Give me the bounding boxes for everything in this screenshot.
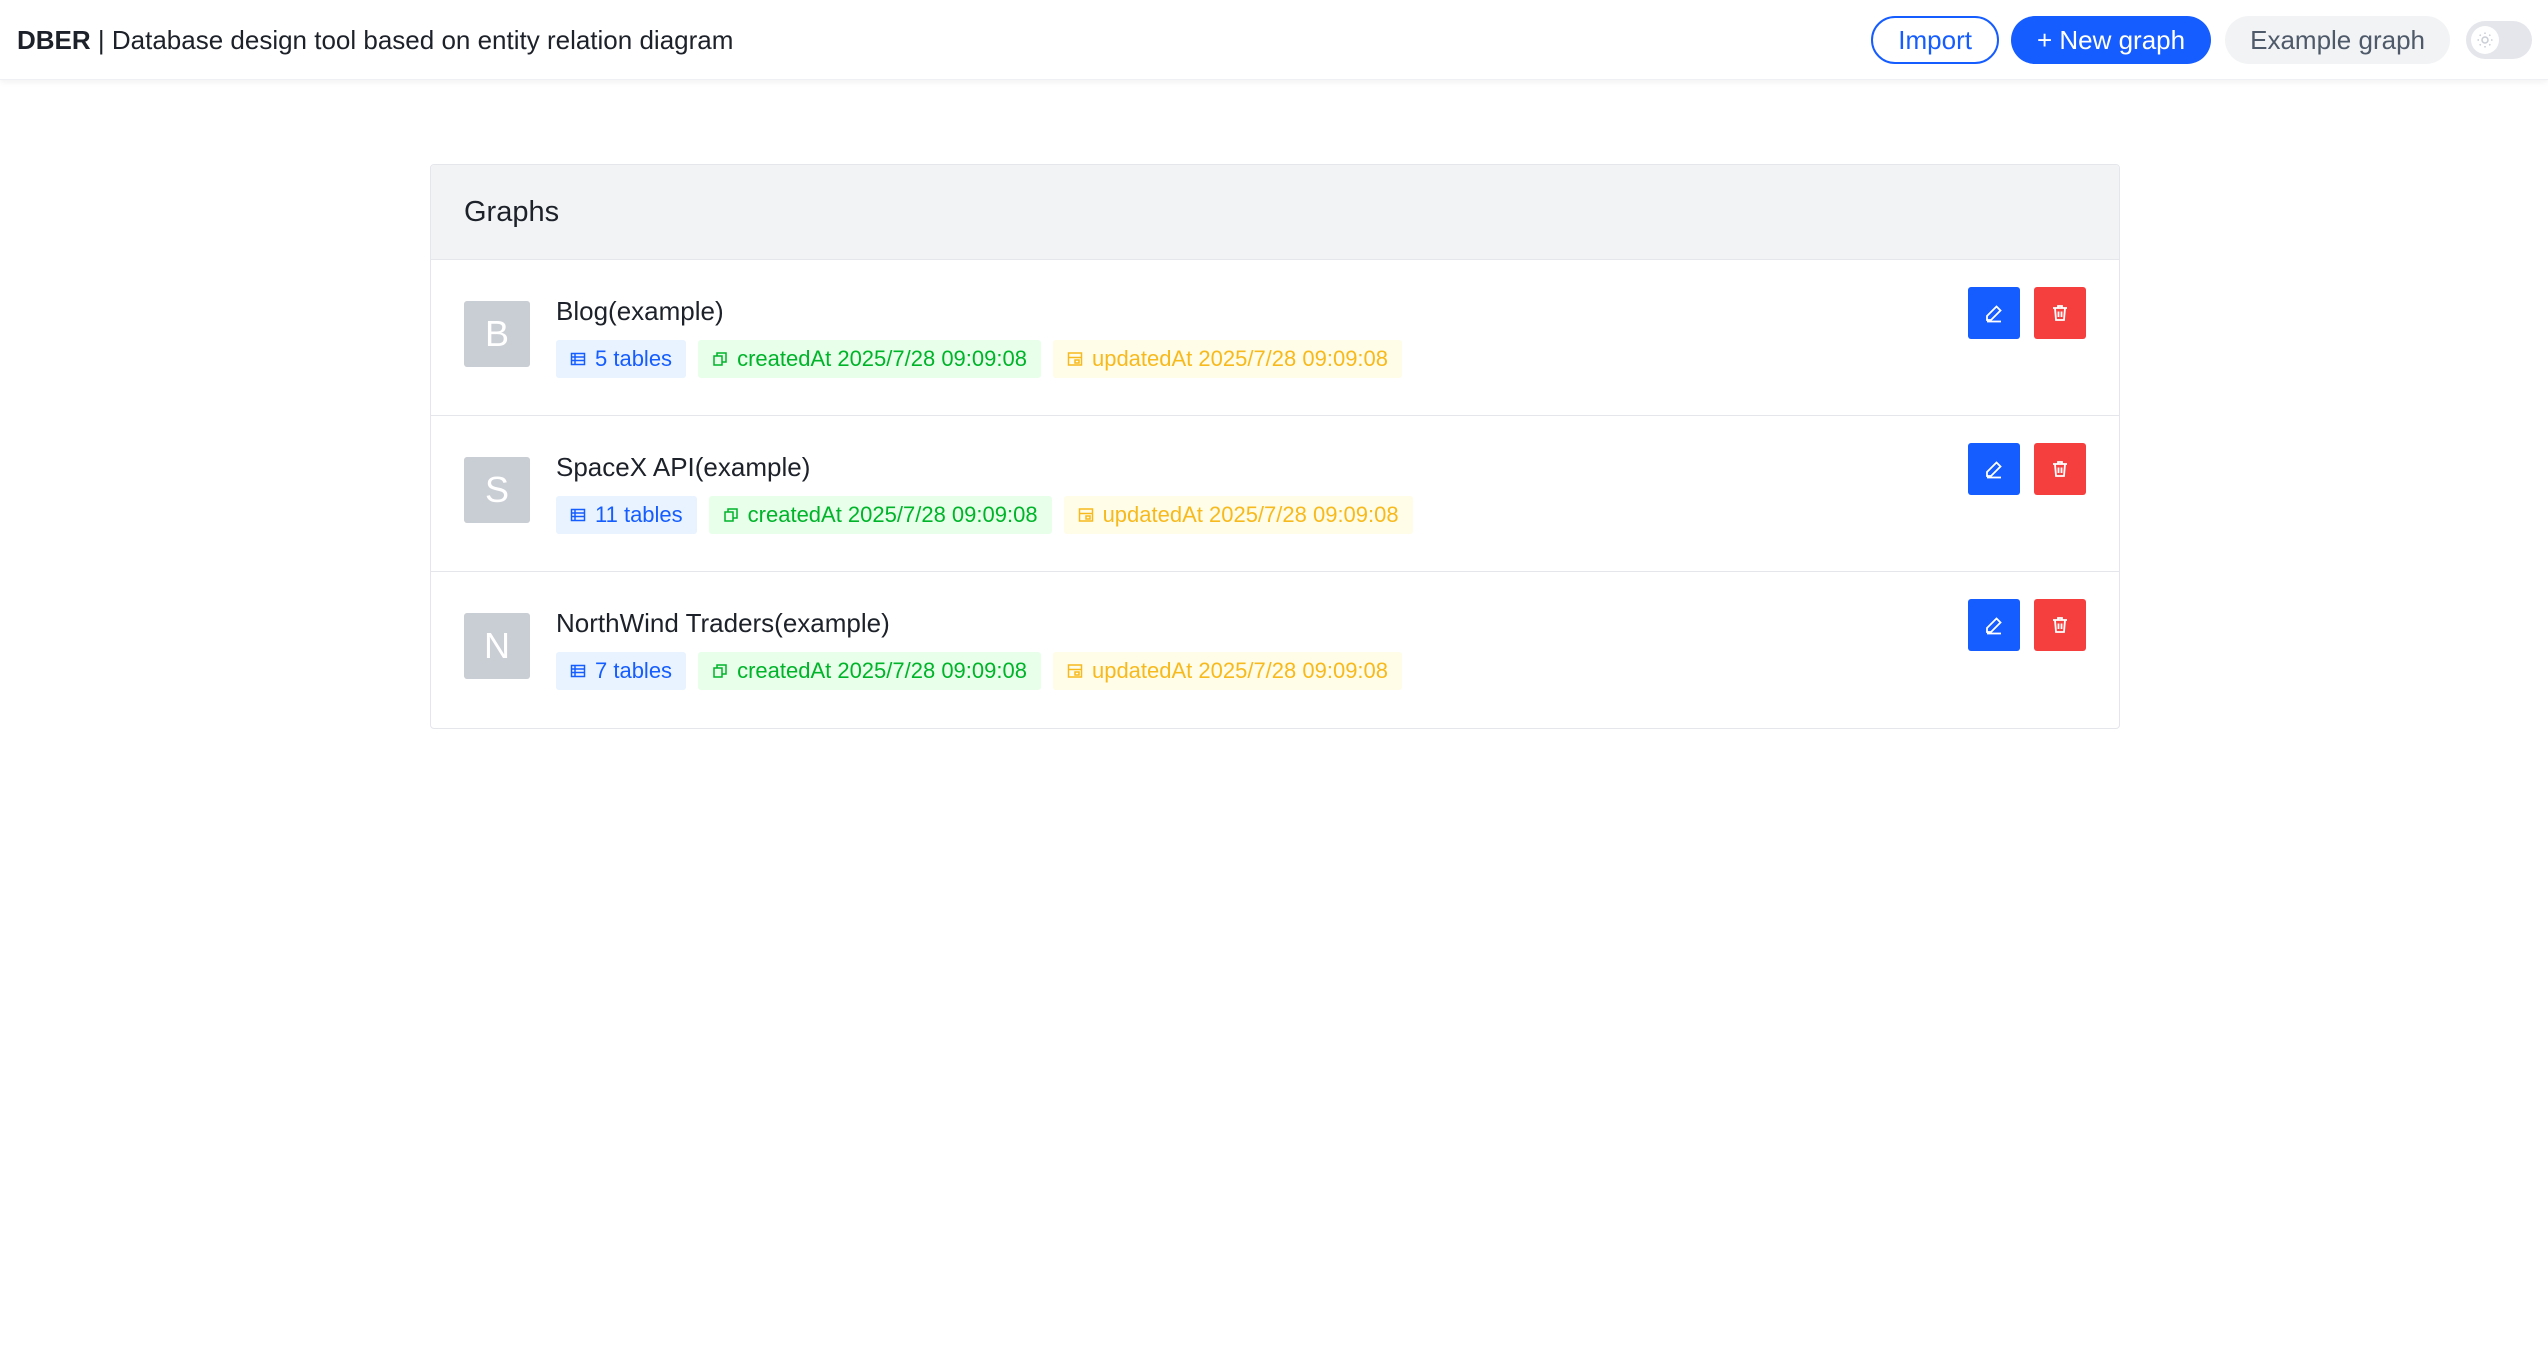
tables-count-text: 5 tables <box>595 346 673 371</box>
row-actions <box>1968 599 2086 651</box>
trash-icon <box>2053 617 2067 633</box>
tables-count-text: 11 tables <box>595 502 683 527</box>
graph-name[interactable]: SpaceX API(example) <box>556 450 810 484</box>
graph-tags: 5 tables createdAt 2025/7/28 09:09:08 up… <box>556 340 1414 378</box>
example-graph-button[interactable]: Example graph <box>2225 16 2450 64</box>
created-at-tag: createdAt 2025/7/28 09:09:08 <box>698 652 1041 690</box>
graph-list-item[interactable]: B Blog(example) 5 tables createdAt 2025/… <box>431 260 2119 416</box>
app-title: DBER | Database design tool based on ent… <box>17 22 733 58</box>
top-bar: DBER | Database design tool based on ent… <box>0 0 2548 80</box>
copy-icon <box>713 352 727 366</box>
graph-tags: 11 tables createdAt 2025/7/28 09:09:08 u… <box>556 496 1425 534</box>
graphs-card-header: Graphs <box>431 165 2119 260</box>
updated-at-text: updatedAt 2025/7/28 09:09:08 <box>1102 502 1399 527</box>
save-icon <box>1067 664 1083 678</box>
created-at-tag: createdAt 2025/7/28 09:09:08 <box>708 496 1052 534</box>
graph-name[interactable]: NorthWind Traders(example) <box>556 606 890 640</box>
trash-icon <box>2053 461 2067 477</box>
tables-count-text: 7 tables <box>595 658 673 683</box>
updated-at-tag: updatedAt 2025/7/28 09:09:08 <box>1052 340 1403 378</box>
edit-button[interactable] <box>1968 443 2020 495</box>
updated-at-text: updatedAt 2025/7/28 09:09:08 <box>1091 346 1389 371</box>
tables-count-tag: 7 tables <box>556 652 687 690</box>
table-icon <box>570 352 586 366</box>
edit-icon <box>1986 305 2002 323</box>
row-actions <box>1968 443 2086 495</box>
edit-button[interactable] <box>1968 287 2020 339</box>
header-actions: Import + New graph Example graph <box>1871 16 2532 64</box>
table-icon <box>570 664 586 678</box>
save-icon <box>1067 352 1083 366</box>
copy-icon <box>723 508 738 522</box>
created-at-text: createdAt 2025/7/28 09:09:08 <box>737 658 1027 683</box>
brand-subtitle: Database design tool based on entity rel… <box>111 25 734 55</box>
trash-icon <box>2053 305 2067 321</box>
theme-toggle-knob <box>2471 26 2499 54</box>
delete-button[interactable] <box>2034 443 2086 495</box>
created-at-text: createdAt 2025/7/28 09:09:08 <box>747 502 1038 527</box>
created-at-text: createdAt 2025/7/28 09:09:08 <box>737 346 1027 371</box>
table-icon <box>570 508 586 522</box>
graph-list-item[interactable]: S SpaceX API(example) 11 tables createdA… <box>431 416 2119 572</box>
graphs-title: Graphs <box>464 195 560 228</box>
graph-tags: 7 tables createdAt 2025/7/28 09:09:08 up… <box>556 652 1414 690</box>
graph-avatar: B <box>464 301 530 367</box>
import-button[interactable]: Import <box>1871 16 1999 64</box>
row-actions <box>1968 287 2086 339</box>
graph-avatar: S <box>464 457 530 523</box>
created-at-tag: createdAt 2025/7/28 09:09:08 <box>698 340 1041 378</box>
copy-icon <box>713 664 727 678</box>
sun-icon <box>2477 32 2493 48</box>
new-graph-button[interactable]: + New graph <box>2010 16 2212 64</box>
theme-toggle[interactable] <box>2466 21 2532 59</box>
updated-at-tag: updatedAt 2025/7/28 09:09:08 <box>1052 652 1403 690</box>
delete-button[interactable] <box>2034 287 2086 339</box>
save-icon <box>1078 508 1093 522</box>
graph-list-item[interactable]: N NorthWind Traders(example) 7 tables cr… <box>431 572 2119 728</box>
tables-count-tag: 11 tables <box>556 496 697 534</box>
edit-icon <box>1986 461 2002 479</box>
brand-separator: | <box>90 25 112 55</box>
brand-name: DBER <box>17 25 91 55</box>
edit-icon <box>1986 617 2002 635</box>
graphs-card: Graphs B Blog(example) 5 tables createdA… <box>430 164 2120 729</box>
updated-at-text: updatedAt 2025/7/28 09:09:08 <box>1091 658 1389 683</box>
tables-count-tag: 5 tables <box>556 340 687 378</box>
graph-avatar: N <box>464 613 530 679</box>
updated-at-tag: updatedAt 2025/7/28 09:09:08 <box>1063 496 1413 534</box>
graph-name[interactable]: Blog(example) <box>556 294 724 328</box>
edit-button[interactable] <box>1968 599 2020 651</box>
delete-button[interactable] <box>2034 599 2086 651</box>
